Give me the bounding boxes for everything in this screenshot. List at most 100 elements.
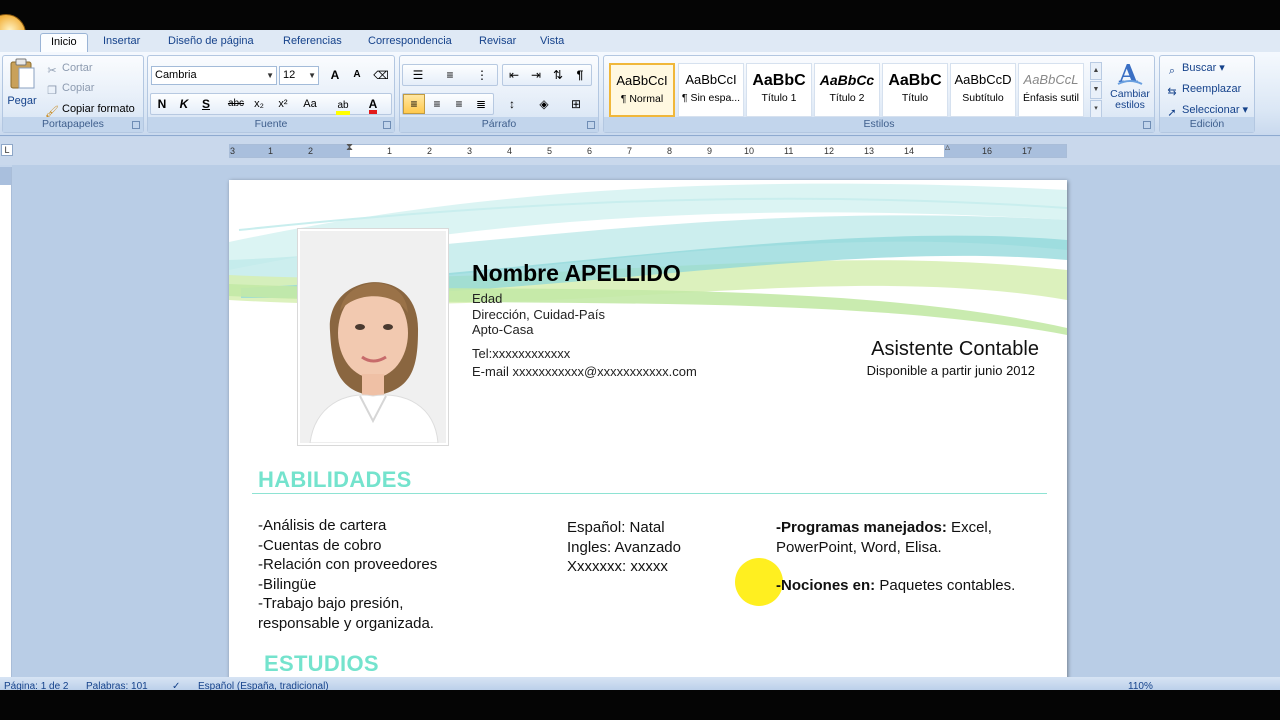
list-item: responsable y organizada. bbox=[258, 614, 434, 632]
list-item: -Relación con proveedores bbox=[258, 556, 438, 573]
tab-vista[interactable]: Vista bbox=[530, 33, 574, 52]
group-font: Cambria ▼ 12 ▼ A A ⌫ N K S abc x₂ x² Aa ab… bbox=[147, 55, 395, 133]
tab-inicio[interactable]: Inicio bbox=[40, 33, 88, 52]
find-button[interactable]: ⌕ Buscar ▾ bbox=[1165, 59, 1225, 77]
style-subtle-emphasis[interactable]: AaBbCcL Énfasis sutil bbox=[1018, 63, 1084, 117]
shading-button[interactable]: ◈ bbox=[530, 94, 558, 114]
status-language[interactable]: Español (España, tradicional) bbox=[198, 677, 329, 690]
sort-button[interactable]: ⇅ bbox=[547, 65, 569, 85]
italic-icon: K bbox=[179, 97, 189, 111]
group-label-paragraph: Párrafo bbox=[400, 117, 598, 132]
tab-diseno-pagina[interactable]: Diseño de página bbox=[158, 33, 264, 52]
dialog-launcher-icon[interactable] bbox=[132, 121, 140, 129]
copy-button[interactable]: ❐ Copiar bbox=[45, 79, 94, 97]
style-heading-1[interactable]: AaBbC Título 1 bbox=[746, 63, 812, 117]
underline-icon: S bbox=[201, 97, 210, 111]
horizontal-ruler[interactable]: 3 1 2 1 2 3 4 5 6 7 8 9 10 11 12 13 14 1… bbox=[229, 142, 1067, 158]
highlight-button[interactable]: ab bbox=[330, 94, 356, 115]
bold-icon: N bbox=[157, 97, 167, 111]
document-page[interactable]: Nombre APELLIDO Edad Dirección, Cuidad-P… bbox=[229, 180, 1067, 690]
style-subtitle[interactable]: AaBbCcD Subtítulo bbox=[950, 63, 1016, 117]
group-editing: ⌕ Buscar ▾ ⇆ Reemplazar ➚ Seleccionar ▾ Edi… bbox=[1159, 55, 1255, 133]
list-item: Ingles: Avanzado bbox=[567, 538, 681, 556]
grow-font-icon: A bbox=[330, 68, 340, 82]
shrink-font-button[interactable]: A bbox=[346, 65, 368, 85]
decrease-indent-button[interactable]: ⇤ bbox=[503, 65, 525, 85]
dialog-launcher-icon[interactable] bbox=[1143, 121, 1151, 129]
cut-button[interactable]: ✂ Cortar bbox=[45, 59, 92, 77]
align-center-button[interactable]: ≡ bbox=[426, 94, 448, 114]
font-color-button[interactable]: A bbox=[360, 94, 386, 114]
tab-selector-icon[interactable]: L bbox=[1, 144, 13, 156]
format-painter-label: Copiar formato bbox=[62, 103, 135, 115]
borders-button[interactable]: ⊞ bbox=[562, 94, 590, 114]
style-heading-2[interactable]: AaBbCc Título 2 bbox=[814, 63, 880, 117]
change-case-button[interactable]: Aa bbox=[296, 94, 324, 114]
dialog-launcher-icon[interactable] bbox=[587, 121, 595, 129]
line-spacing-button[interactable]: ↕ bbox=[498, 94, 526, 114]
spellcheck-icon[interactable]: ✓ bbox=[172, 677, 180, 690]
align-right-button[interactable]: ≡ bbox=[448, 94, 470, 114]
numbering-button[interactable]: ≡ bbox=[435, 65, 465, 85]
format-painter-button[interactable]: 🖌 Copiar formato bbox=[45, 100, 135, 118]
status-bar: Página: 1 de 2 Palabras: 101 ✓ Español (… bbox=[0, 677, 1280, 690]
sort-icon: ⇅ bbox=[552, 68, 564, 82]
style-sample: AaBbCcI bbox=[616, 73, 668, 88]
clear-format-button[interactable]: ⌫ bbox=[370, 65, 392, 85]
change-styles-icon: A bbox=[1117, 59, 1143, 88]
left-indent-marker-icon[interactable]: ⧗ bbox=[346, 142, 353, 153]
bold-button[interactable]: N bbox=[151, 94, 173, 114]
copy-label: Copiar bbox=[62, 82, 95, 94]
group-label-clipboard: Portapapeles bbox=[3, 117, 143, 132]
shrink-font-icon: A bbox=[353, 69, 361, 80]
job-title: Asistente Contable bbox=[871, 338, 1039, 360]
style-no-spacing[interactable]: AaBbCcI ¶ Sin espa... bbox=[678, 63, 744, 117]
status-words[interactable]: Palabras: 101 bbox=[86, 677, 148, 690]
style-sample: AaBbCc bbox=[819, 72, 875, 88]
bullets-button[interactable]: ☰ bbox=[403, 65, 433, 85]
multilevel-list-button[interactable]: ⋮ bbox=[467, 65, 497, 85]
style-name: Título 2 bbox=[829, 92, 865, 104]
gallery-more-icon[interactable]: ▾ bbox=[1090, 100, 1102, 118]
align-left-button[interactable]: ≡ bbox=[403, 94, 425, 114]
gallery-down-icon[interactable]: ▼ bbox=[1090, 81, 1102, 99]
strikethrough-button[interactable]: abc bbox=[225, 94, 247, 114]
status-page[interactable]: Página: 1 de 2 bbox=[4, 677, 69, 690]
paste-button[interactable]: Pegar bbox=[6, 58, 38, 107]
tab-referencias[interactable]: Referencias bbox=[273, 33, 352, 52]
tab-correspondencia[interactable]: Correspondencia bbox=[358, 33, 462, 52]
font-size-select[interactable]: 12 ▼ bbox=[279, 66, 319, 85]
replace-button[interactable]: ⇆ Reemplazar bbox=[1165, 80, 1241, 98]
superscript-button[interactable]: x² bbox=[272, 94, 294, 114]
profile-photo[interactable] bbox=[297, 228, 449, 446]
tab-insertar[interactable]: Insertar bbox=[93, 33, 150, 52]
dialog-launcher-icon[interactable] bbox=[383, 121, 391, 129]
justify-button[interactable]: ≣ bbox=[470, 94, 492, 114]
find-label: Buscar bbox=[1182, 62, 1217, 74]
font-name-value: Cambria bbox=[155, 69, 197, 81]
change-styles-button[interactable]: A Cambiar estilos bbox=[1106, 58, 1154, 111]
justify-icon: ≣ bbox=[475, 97, 487, 111]
vertical-ruler[interactable] bbox=[0, 167, 12, 677]
font-size-value: 12 bbox=[283, 69, 296, 81]
grow-font-button[interactable]: A bbox=[324, 65, 346, 85]
tab-revisar[interactable]: Revisar bbox=[469, 33, 526, 52]
style-title[interactable]: AaBbC Título bbox=[882, 63, 948, 117]
underline-button[interactable]: S bbox=[195, 94, 217, 114]
status-zoom[interactable]: 110% bbox=[1128, 677, 1153, 690]
person-portrait-icon bbox=[300, 231, 446, 443]
title-bar bbox=[0, 0, 1280, 30]
show-marks-button[interactable]: ¶ bbox=[569, 65, 591, 85]
list-item: -Bilingüe bbox=[258, 575, 317, 593]
italic-button[interactable]: K bbox=[173, 94, 195, 114]
chevron-down-icon: ▼ bbox=[308, 71, 316, 80]
superscript-icon: x² bbox=[278, 98, 288, 110]
list-item: -Cuentas de cobro bbox=[258, 536, 382, 554]
subscript-button[interactable]: x₂ bbox=[248, 94, 270, 114]
list-item: Xxxxxxx: xxxxx bbox=[567, 558, 668, 575]
style-normal[interactable]: AaBbCcI ¶ Normal bbox=[609, 63, 675, 117]
increase-indent-button[interactable]: ⇥ bbox=[525, 65, 547, 85]
gallery-up-icon[interactable]: ▲ bbox=[1090, 62, 1102, 80]
right-indent-marker-icon[interactable]: ▵ bbox=[945, 142, 950, 153]
font-name-select[interactable]: Cambria ▼ bbox=[151, 66, 277, 85]
